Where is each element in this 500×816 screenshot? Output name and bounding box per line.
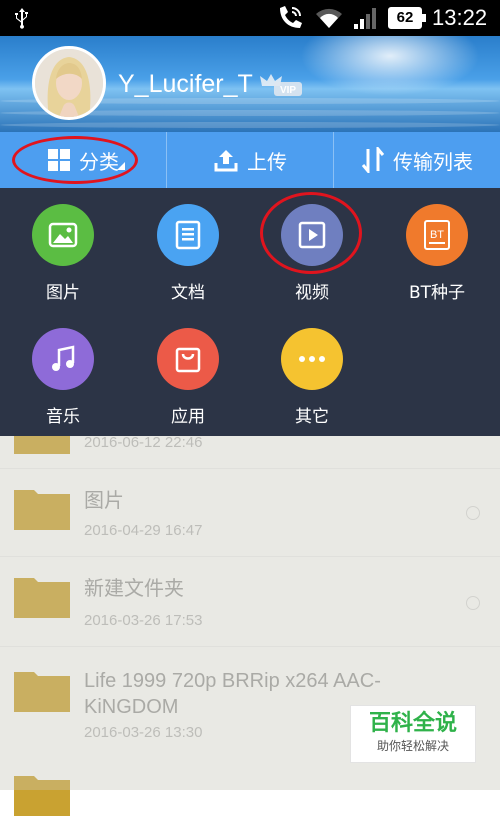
signal-strength-icon xyxy=(354,8,376,29)
watermark-logo: 百科全说 助你轻松解决 xyxy=(350,705,476,763)
transfer-list-label: 传输列表 xyxy=(393,149,473,174)
category-label: 其它 xyxy=(295,407,329,427)
avatar-portrait-icon xyxy=(35,49,103,117)
category-panel: 图片 文档 视频 BT BT种子 音乐 应用 其它 xyxy=(0,188,500,436)
bt-icon-text: BT xyxy=(430,229,444,241)
watermark-slogan: 助你轻松解决 xyxy=(376,739,449,753)
category-label: 图片 xyxy=(46,283,80,303)
status-bar: 62 13:22 xyxy=(0,0,500,36)
category-label: 视频 xyxy=(295,283,329,303)
status-time: 13:22 xyxy=(432,5,488,30)
category-apps[interactable]: 应用 xyxy=(138,328,238,427)
document-icon xyxy=(175,220,201,250)
shopping-bag-icon xyxy=(175,347,201,373)
category-label: BT种子 xyxy=(408,283,466,303)
watermark-brand: 百科全说 xyxy=(368,711,457,736)
category-other[interactable]: 其它 xyxy=(262,328,362,427)
battery-indicator: 62 xyxy=(388,7,426,29)
transfer-list-button[interactable]: 传输列表 xyxy=(333,132,500,188)
vip-crown-badge-icon: VIP xyxy=(260,74,302,96)
highlight-ring-video xyxy=(260,192,362,274)
category-documents[interactable]: 文档 xyxy=(138,204,238,303)
category-images[interactable]: 图片 xyxy=(13,204,113,303)
upload-label: 上传 xyxy=(247,149,287,174)
more-icon xyxy=(299,356,325,362)
category-music[interactable]: 音乐 xyxy=(13,328,113,427)
avatar[interactable] xyxy=(32,46,106,120)
usb-icon xyxy=(15,8,28,29)
category-bt-torrents[interactable]: BT BT种子 xyxy=(387,204,487,303)
username: Y_Lucifer_T xyxy=(118,70,253,98)
vip-badge-text: VIP xyxy=(280,85,296,96)
image-icon xyxy=(48,222,78,248)
phone-wifi-call-icon xyxy=(280,6,302,28)
upload-icon xyxy=(214,150,238,172)
wifi-icon xyxy=(316,8,342,28)
upload-button[interactable]: 上传 xyxy=(166,132,333,188)
profile-header: Y_Lucifer_T VIP xyxy=(0,36,500,132)
category-label: 文档 xyxy=(171,283,205,303)
category-label: 音乐 xyxy=(46,407,80,427)
music-note-icon xyxy=(52,345,75,371)
transfer-arrows-icon xyxy=(361,147,385,173)
category-label: 应用 xyxy=(171,407,205,427)
bt-torrent-icon: BT xyxy=(424,220,450,250)
highlight-ring-category xyxy=(12,136,138,184)
